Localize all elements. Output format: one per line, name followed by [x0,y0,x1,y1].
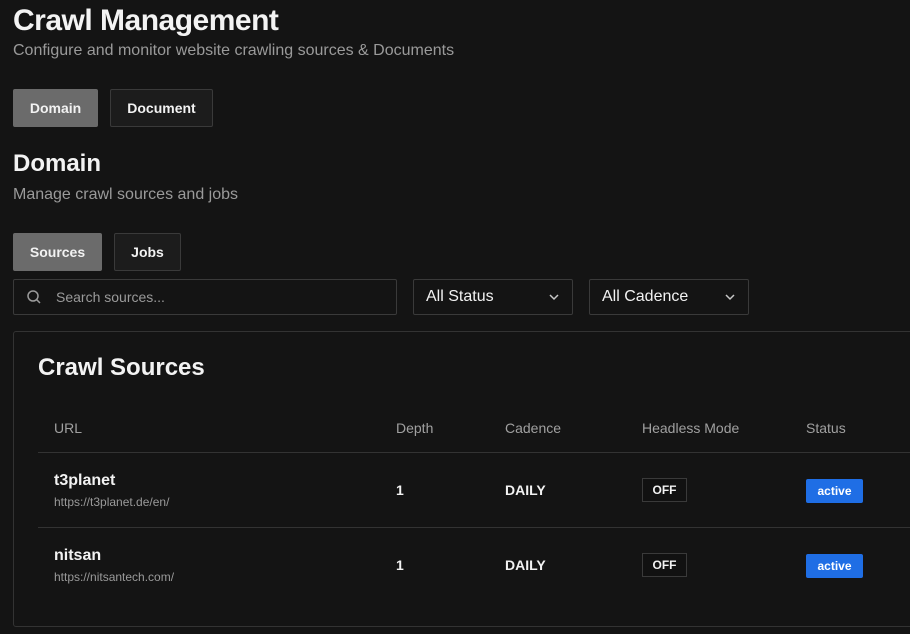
depth-value: 1 [396,557,404,573]
headless-mode-badge: OFF [642,478,687,502]
source-url: https://nitsantech.com/ [54,570,175,584]
card-title: Crawl Sources [38,354,205,381]
source-name: nitsan [54,547,102,564]
column-header-depth: Depth [396,420,434,436]
tab-document[interactable]: Document [110,89,213,127]
chevron-down-icon [549,294,559,301]
section-title: Domain [13,150,102,177]
section-subtitle: Manage crawl sources and jobs [13,186,239,203]
depth-value: 1 [396,482,404,498]
status-badge: active [806,554,863,578]
status-badge: active [806,479,863,503]
chevron-down-icon [725,294,735,301]
column-header-url: URL [54,420,83,436]
divider [38,527,910,528]
source-url: https://t3planet.de/en/ [54,495,170,509]
page-subtitle: Configure and monitor website crawling s… [13,42,455,59]
crawl-sources-card: Crawl Sources URL Depth Cadence Headless… [13,331,910,627]
column-header-headless-mode: Headless Mode [642,420,740,436]
page-title: Crawl Management [13,4,279,37]
status-filter-value: All Status [426,288,494,305]
status-filter-select[interactable]: All Status [413,279,573,315]
divider [38,452,910,453]
cadence-value: DAILY [505,557,546,573]
tab-sources[interactable]: Sources [13,233,102,271]
headless-mode-badge: OFF [642,553,687,577]
cadence-filter-select[interactable]: All Cadence [589,279,749,315]
column-header-cadence: Cadence [505,420,562,436]
search-input[interactable] [54,288,378,306]
tab-jobs[interactable]: Jobs [114,233,181,271]
source-name: t3planet [54,472,116,489]
cadence-filter-value: All Cadence [602,288,689,305]
column-header-status: Status [806,420,846,436]
tab-domain[interactable]: Domain [13,89,98,127]
search-icon [27,290,41,304]
cadence-value: DAILY [505,482,546,498]
search-box[interactable] [13,279,397,315]
